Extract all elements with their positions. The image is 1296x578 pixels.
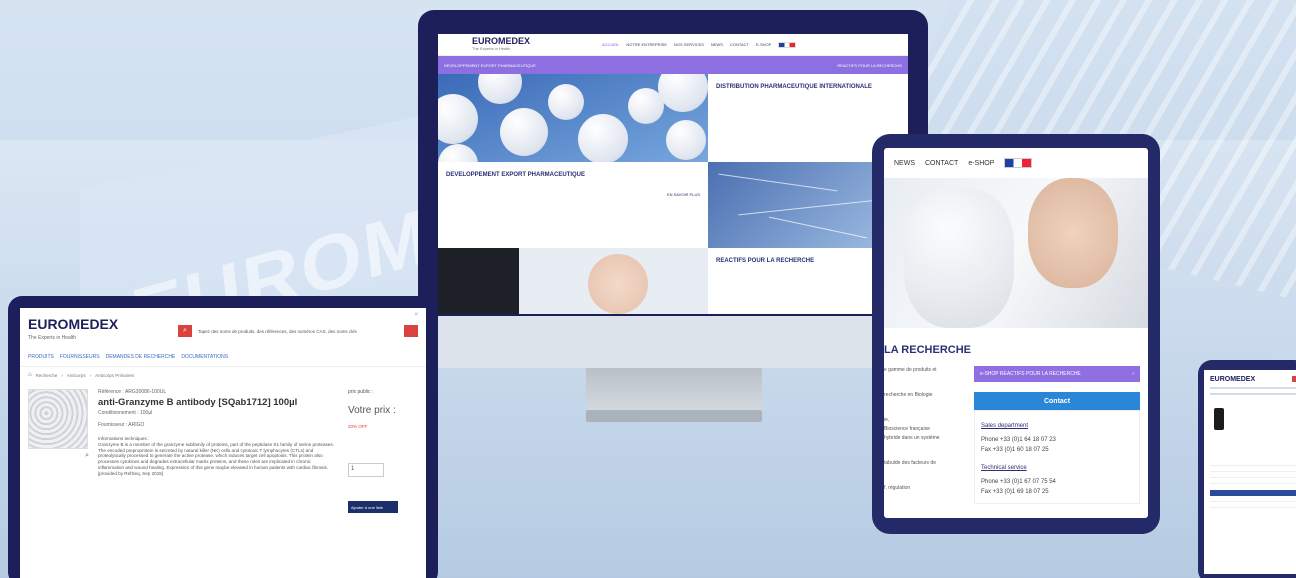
search-submit-button[interactable] bbox=[404, 325, 418, 337]
tablet-page-title: LA RECHERCHE bbox=[884, 344, 971, 356]
product-image[interactable]: ⌕ bbox=[28, 389, 89, 459]
nav-item-services[interactable]: NOS SERVICES bbox=[674, 42, 704, 48]
phone-logo[interactable]: EUROMEDEX bbox=[1204, 370, 1296, 383]
tablet-hero-image bbox=[884, 178, 1148, 328]
menu-documentations[interactable]: DOCUMENTATIONS bbox=[181, 354, 228, 360]
tablet-nav-contact[interactable]: CONTACT bbox=[925, 160, 958, 167]
nav-item-entreprise[interactable]: NOTRE ENTREPRISE bbox=[626, 42, 667, 48]
menu-demandes[interactable]: DEMANDES DE RECHERCHE bbox=[106, 354, 176, 360]
breadcrumb-item[interactable]: Recherche bbox=[36, 373, 58, 378]
close-icon[interactable]: × bbox=[414, 312, 418, 318]
search-input[interactable]: Tapez des noms de produits, des référenc… bbox=[198, 329, 404, 334]
desktop-logo[interactable]: EUROMEDEX The Experts in Health bbox=[472, 36, 542, 53]
monitor-stand bbox=[586, 368, 762, 416]
tablet-nav-news[interactable]: NEWS bbox=[894, 160, 915, 167]
monitor-chin bbox=[418, 316, 928, 368]
band-right-link[interactable]: REACTIFS POUR LA RECHERCHE bbox=[837, 63, 902, 68]
tablet-device: NEWS CONTACT e-SHOP LA RECHERCHE e gamme… bbox=[872, 134, 1160, 534]
product-menu: PRODUITS FOURNISSEURS DEMANDES DE RECHER… bbox=[20, 348, 426, 367]
text-line: recherche en Biologie bbox=[884, 392, 933, 398]
eshop-button[interactable]: e-SHOP REACTIFS POUR LA RECHERCHE › bbox=[974, 366, 1140, 382]
menu-produits[interactable]: PRODUITS bbox=[28, 354, 54, 360]
product-name: anti-Granzyme B antibody [SQab1712] 100µ… bbox=[98, 397, 298, 408]
description-text: Granzyme B is a member of the granzyme s… bbox=[98, 441, 334, 476]
phone-screen: EUROMEDEX bbox=[1204, 370, 1296, 574]
product-body: ⌕ Référence : ARG30086-100UL anti-Granzy… bbox=[20, 383, 426, 519]
search-icon[interactable]: ⌕ bbox=[178, 325, 192, 337]
export-link[interactable]: EN SAVOIR PLUS bbox=[446, 192, 700, 197]
public-price-label: prix public : bbox=[348, 389, 374, 395]
nav-item-accueil[interactable]: ACCUEIL bbox=[602, 42, 619, 48]
desktop-band: DEVELOPPEMENT EXPORT PHARMACEUTIQUE REAC… bbox=[438, 56, 908, 74]
desktop-grid: DISTRIBUTION PHARMACEUTIQUE INTERNATIONA… bbox=[438, 74, 908, 314]
your-price-label: Votre prix : bbox=[348, 405, 396, 416]
breadcrumb-item[interactable]: Anticorps bbox=[67, 373, 86, 378]
breadcrumb: ⌂ Recherche › Anticorps › Anticorps Primai… bbox=[28, 372, 135, 378]
product-page: × EUROMEDEX The Experts in Health ⌕ Tapez… bbox=[20, 308, 426, 578]
desktop-monitor: EUROMEDEX The Experts in Health ACCUEIL N… bbox=[418, 10, 928, 328]
add-to-list-button[interactable]: Ajouter à une liste bbox=[348, 501, 398, 513]
sales-fax: Fax +33 (0)1 60 18 07 25 bbox=[981, 447, 1049, 453]
tablet-nav-eshop[interactable]: e-SHOP bbox=[968, 160, 994, 167]
desktop-header: EUROMEDEX The Experts in Health ACCUEIL N… bbox=[438, 34, 908, 56]
desktop-nav: ACCUEIL NOTRE ENTREPRISE NOS SERVICES NE… bbox=[602, 41, 797, 48]
phone-device: EUROMEDEX bbox=[1198, 360, 1296, 578]
distribution-title: DISTRIBUTION PHARMACEUTIQUE INTERNATIONA… bbox=[716, 84, 872, 90]
nav-item-eshop[interactable]: E-SHOP bbox=[756, 42, 771, 48]
sales-phone: Phone +33 (0)1 64 18 07 23 bbox=[981, 437, 1056, 443]
band-left-link[interactable]: DEVELOPPEMENT EXPORT PHARMACEUTIQUE bbox=[444, 63, 536, 68]
tablet-columns: e gamme de produits et recherche en Biol… bbox=[884, 366, 1148, 509]
text-line: hybride dans un système bbox=[884, 435, 940, 441]
breadcrumb-item[interactable]: Anticorps Primaires bbox=[95, 373, 134, 378]
product-bottle-image bbox=[1214, 408, 1224, 430]
text-line: e gamme de produits et bbox=[884, 367, 937, 373]
desktop-screen: EUROMEDEX The Experts in Health ACCUEIL N… bbox=[438, 34, 908, 314]
text-line: ie, bbox=[884, 417, 890, 423]
language-flag-icon[interactable] bbox=[778, 41, 797, 48]
product-info: Référence : ARG30086-100UL anti-Granzyme… bbox=[98, 389, 338, 513]
laptop-device: × EUROMEDEX The Experts in Health ⌕ Tapez… bbox=[8, 296, 438, 578]
nav-item-contact[interactable]: CONTACT bbox=[730, 42, 749, 48]
tech-phone: Phone +33 (0)1 67 07 75 54 bbox=[981, 479, 1056, 485]
contact-box: Sales department Phone +33 (0)1 64 18 07… bbox=[974, 410, 1140, 504]
product-packaging: Conditionnement : 100µl bbox=[98, 410, 153, 416]
search-icon[interactable] bbox=[1292, 376, 1296, 382]
phone-product-table bbox=[1210, 460, 1296, 508]
export-section: DEVELOPPEMENT EXPORT PHARMACEUTIQUE EN S… bbox=[438, 162, 708, 248]
product-supplier: Fournisseur : ARIGO bbox=[98, 422, 145, 428]
scientist-image bbox=[588, 254, 648, 314]
zoom-icon[interactable]: ⌕ bbox=[85, 452, 89, 460]
sales-department-link[interactable]: Sales department bbox=[981, 421, 1133, 431]
home-icon[interactable]: ⌂ bbox=[28, 372, 32, 378]
eshop-button-label: e-SHOP REACTIFS POUR LA RECHERCHE bbox=[980, 371, 1081, 377]
text-line: tabulde des facteurs de bbox=[884, 460, 936, 466]
tablet-left-text: e gamme de produits et recherche en Biol… bbox=[884, 366, 974, 509]
product-page-header: EUROMEDEX The Experts in Health ⌕ Tapez d… bbox=[20, 308, 426, 348]
menu-fournisseurs[interactable]: FOURNISSEURS bbox=[60, 354, 100, 360]
tablet-screen: NEWS CONTACT e-SHOP LA RECHERCHE e gamme… bbox=[884, 148, 1148, 518]
discount-badge: 20% OFF bbox=[348, 424, 368, 429]
tablet-right-panel: e-SHOP REACTIFS POUR LA RECHERCHE › Cont… bbox=[974, 366, 1148, 509]
tablet-nav: NEWS CONTACT e-SHOP bbox=[884, 148, 1148, 178]
text-line: f, régulation bbox=[884, 485, 911, 491]
quantity-input[interactable]: 1 bbox=[348, 463, 384, 477]
export-title: DEVELOPPEMENT EXPORT PHARMACEUTIQUE bbox=[446, 172, 586, 178]
technical-service-link[interactable]: Technical service bbox=[981, 463, 1133, 473]
chevron-right-icon: › bbox=[1132, 371, 1134, 377]
price-panel: prix public : Votre prix : 20% OFF 1 Ajo… bbox=[348, 389, 418, 513]
pills-image bbox=[438, 74, 708, 162]
product-page-logo[interactable]: EUROMEDEX The Experts in Health bbox=[28, 317, 178, 344]
language-flag-icon[interactable] bbox=[1004, 158, 1033, 168]
contact-button[interactable]: Contact bbox=[974, 392, 1140, 410]
microscope-image bbox=[438, 248, 708, 314]
product-reference: Référence : ARG30086-100UL bbox=[98, 389, 167, 395]
nav-item-news[interactable]: NEWS bbox=[711, 42, 723, 48]
monitor-base bbox=[586, 410, 762, 422]
tech-fax: Fax +33 (0)1 69 18 07 25 bbox=[981, 489, 1049, 495]
product-description: Informations techniques : Granzyme B is … bbox=[98, 436, 338, 477]
text-line: Bioscience française bbox=[884, 426, 930, 432]
